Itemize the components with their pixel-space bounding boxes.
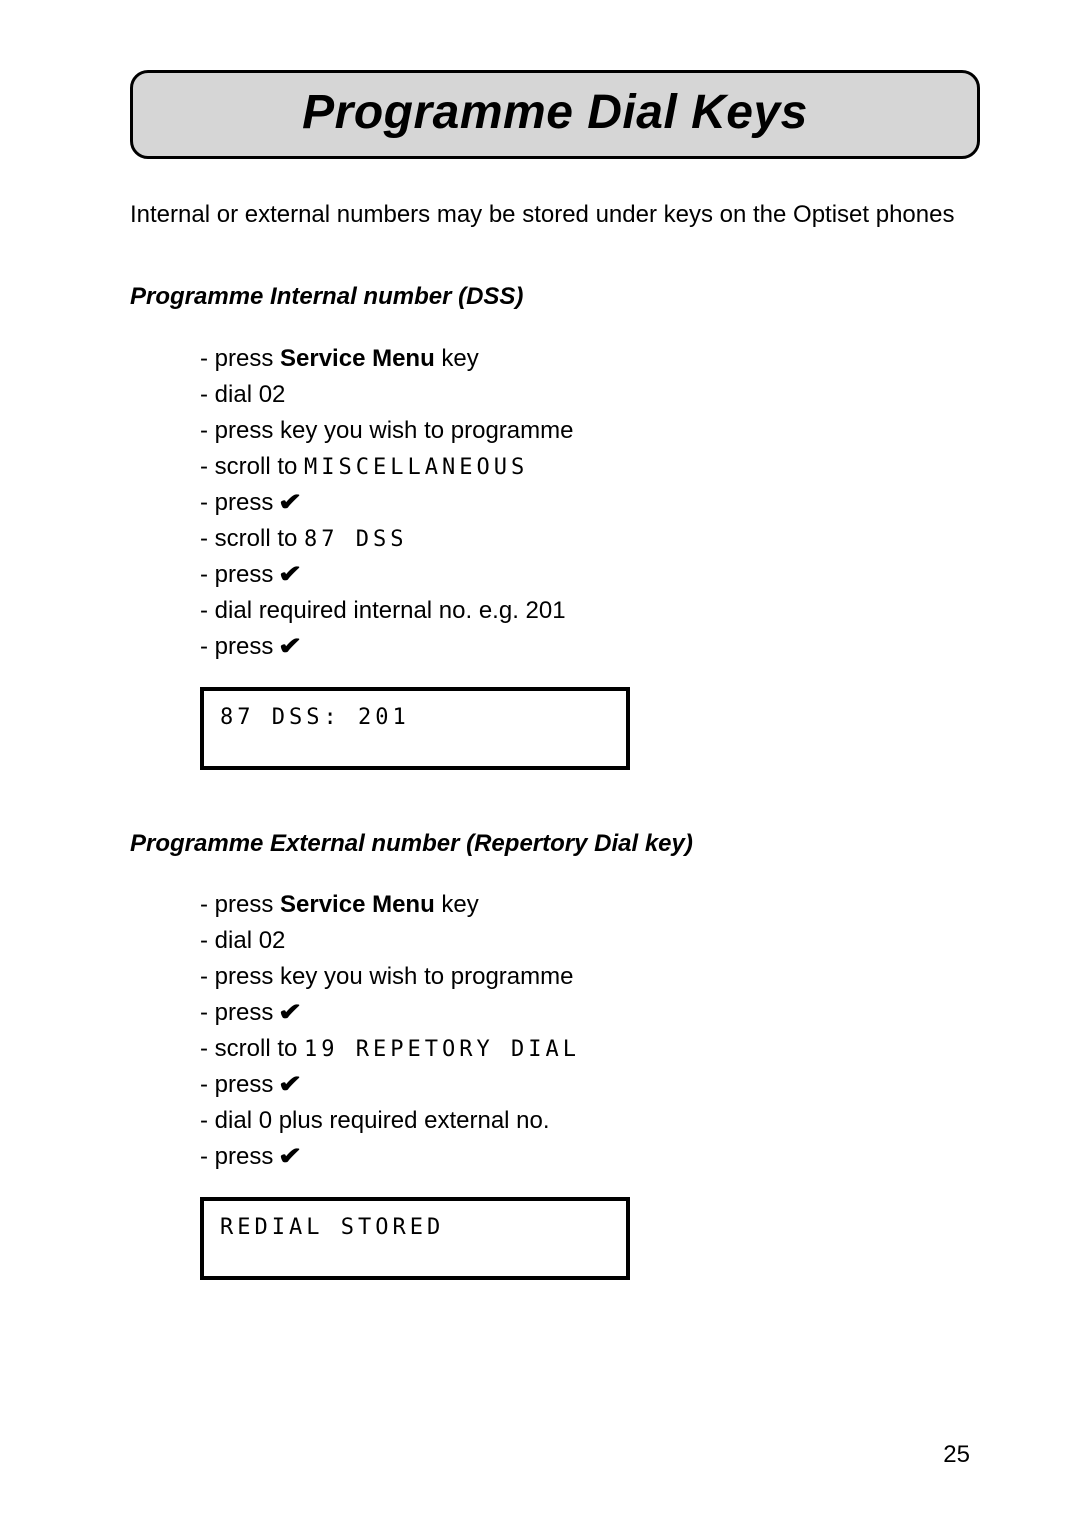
keyword: Service Menu [280, 891, 435, 918]
text: key [435, 345, 479, 372]
section1-heading: Programme Internal number (DSS) [130, 281, 980, 312]
section1-steps: - press Service Menu key - dial 02 - pre… [200, 341, 980, 665]
check-icon: ✔ [278, 1139, 302, 1175]
step: - press Service Menu key [200, 341, 980, 377]
lcd-display-text: 87 DSS: 201 [220, 705, 610, 730]
lcd-text: MISCELLANEOUS [304, 455, 528, 480]
lcd-display: 87 DSS: 201 [200, 687, 630, 770]
text: - scroll to [200, 525, 304, 552]
check-icon: ✔ [278, 485, 302, 521]
step: - press key you wish to programme [200, 413, 980, 449]
check-icon: ✔ [278, 629, 302, 665]
keyword: Service Menu [280, 345, 435, 372]
text: - press [200, 999, 280, 1026]
step: - press ✔ [200, 629, 980, 665]
step: - dial 0 plus required external no. [200, 1103, 980, 1139]
title-banner: Programme Dial Keys [130, 70, 980, 159]
check-icon: ✔ [278, 1067, 302, 1103]
lcd-text: 87 DSS [304, 527, 407, 552]
text: - scroll to [200, 1035, 304, 1062]
text: - press [200, 489, 280, 516]
section2-heading: Programme External number (Repertory Dia… [130, 828, 980, 859]
lcd-display-text: REDIAL STORED [220, 1215, 610, 1240]
text: - scroll to [200, 453, 304, 480]
text: - press [200, 1071, 280, 1098]
page-number: 25 [943, 1441, 970, 1469]
step: - dial required internal no. e.g. 201 [200, 593, 980, 629]
check-icon: ✔ [278, 557, 302, 593]
step: - scroll to 87 DSS [200, 521, 980, 557]
step: - press ✔ [200, 995, 980, 1031]
text: key [435, 891, 479, 918]
step: - scroll to 19 REPETORY DIAL [200, 1031, 980, 1067]
text: - press [200, 891, 280, 918]
text: - press [200, 561, 280, 588]
intro-text: Internal or external numbers may be stor… [130, 199, 980, 231]
text: - press [200, 633, 280, 660]
step: - dial 02 [200, 923, 980, 959]
check-icon: ✔ [278, 995, 302, 1031]
step: - press ✔ [200, 485, 980, 521]
step: - press Service Menu key [200, 887, 980, 923]
page-title: Programme Dial Keys [143, 85, 967, 140]
step: - dial 02 [200, 377, 980, 413]
step: - press ✔ [200, 557, 980, 593]
step: - scroll to MISCELLANEOUS [200, 449, 980, 485]
lcd-display: REDIAL STORED [200, 1197, 630, 1280]
section2-steps: - press Service Menu key - dial 02 - pre… [200, 887, 980, 1175]
text: - press [200, 1143, 280, 1170]
text: - press [200, 345, 280, 372]
lcd-text: 19 REPETORY DIAL [304, 1037, 580, 1062]
step: - press ✔ [200, 1067, 980, 1103]
step: - press key you wish to programme [200, 959, 980, 995]
step: - press ✔ [200, 1139, 980, 1175]
